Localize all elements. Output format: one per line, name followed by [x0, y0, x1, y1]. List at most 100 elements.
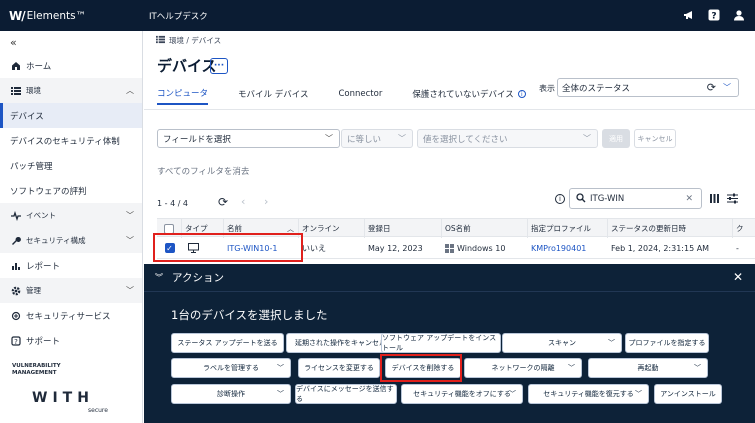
svg-text:?: ?	[711, 11, 716, 21]
change-license-button[interactable]: ライセンスを変更する	[298, 358, 380, 378]
filter-value-placeholder: 値を選択してください	[423, 134, 508, 145]
sidebar-item-label: セキュリティ構成	[26, 236, 86, 245]
sidebar-item-reports[interactable]: レポート	[0, 253, 142, 278]
tab-mobile-devices[interactable]: モバイル デバイス	[238, 87, 308, 105]
select-all-checkbox[interactable]	[164, 223, 174, 234]
button-label: ラベルを管理する	[203, 364, 259, 372]
sidebar-item-label: ホーム	[26, 61, 52, 72]
os-name-text: Windows 10	[457, 243, 506, 253]
sidebar-item-device-security[interactable]: デバイスのセキュリティ体制	[0, 128, 142, 153]
chevron-down-icon: ﹀	[509, 390, 516, 398]
uninstall-button[interactable]: アンインストール	[654, 384, 722, 404]
highlight-selected-row	[153, 233, 303, 262]
sidebar-item-security-services[interactable]: セキュリティサービス	[0, 303, 142, 328]
chevron-down-icon: ﹀	[325, 134, 333, 143]
clear-all-filters-link[interactable]: すべてのフィルタを消去	[157, 165, 249, 177]
view-select[interactable]: 全体のステータス ⟳ ﹀	[557, 78, 739, 97]
filter-settings-icon[interactable]	[727, 193, 738, 207]
user-icon[interactable]	[732, 8, 745, 21]
breadcrumb-text[interactable]: 環境 / デバイス	[169, 35, 221, 46]
filter-field-select[interactable]: フィールドを選択 ﹀	[157, 129, 340, 148]
filter-operator-select[interactable]: に等しい ﹀	[341, 129, 413, 148]
tab-unprotected-devices[interactable]: 保護されていないデバイス i	[412, 87, 526, 105]
logo-text: Elements™	[26, 9, 87, 22]
services-icon	[10, 311, 21, 321]
vm-line2: MANAGEMENT	[12, 370, 57, 376]
action-panel-header[interactable]: ︾ アクション	[144, 264, 755, 292]
breadcrumb: 環境 / デバイス	[156, 35, 221, 46]
sidebar-item-devices[interactable]: デバイス	[0, 103, 142, 128]
tab-label: Connector	[338, 89, 383, 99]
install-software-updates-button[interactable]: ソフトウェア アップデートをインストール	[381, 333, 501, 353]
column-header-registered[interactable]: 登録日	[365, 219, 442, 238]
button-label: スキャン	[548, 339, 576, 347]
info-icon[interactable]: i	[517, 90, 526, 98]
turn-off-security-features-button[interactable]: セキュリティ機能をオフにする ﹀	[401, 384, 523, 404]
filter-value-select[interactable]: 値を選択してください ﹀	[417, 129, 598, 148]
cancel-filter-button[interactable]: キャンセル	[634, 129, 676, 148]
support-icon: ?	[10, 335, 21, 346]
help-icon[interactable]: ?	[707, 8, 720, 21]
diagnostics-button[interactable]: 診断操作 ﹀	[171, 384, 291, 404]
collapse-sidebar-button[interactable]: «	[0, 31, 142, 53]
chevron-down-icon: ﹀	[277, 390, 284, 398]
sidebar-item-security-config[interactable]: セキュリティ構成 ﹀	[0, 228, 142, 253]
column-header-os[interactable]: OS名前	[442, 219, 528, 238]
online-status: いいえ	[302, 243, 326, 253]
columns-icon[interactable]	[709, 193, 720, 207]
double-chevron-icon[interactable]: ︾	[155, 272, 163, 283]
more-options-button[interactable]: ···	[210, 58, 228, 74]
chevron-down-icon: ﹀	[126, 236, 134, 245]
sidebar-item-management[interactable]: 管理 ﹀	[0, 278, 142, 303]
send-status-update-button[interactable]: ステータス アップデートを送る	[171, 333, 284, 353]
megaphone-icon[interactable]	[682, 8, 695, 21]
tab-connector[interactable]: Connector	[338, 87, 382, 105]
sidebar-item-label: デバイス	[10, 111, 44, 122]
action-panel-title: アクション	[172, 272, 224, 284]
button-label: 診断操作	[217, 390, 245, 398]
sidebar-item-events[interactable]: イベント ﹀	[0, 203, 142, 228]
apply-filter-button[interactable]: 適用	[602, 129, 630, 148]
withsecure-secure: secure	[88, 407, 108, 414]
table-search-input[interactable]: ITG-WIN ✕	[569, 188, 702, 209]
sidebar-item-label: イベント	[26, 211, 56, 220]
os-name: Windows 10	[442, 237, 528, 259]
sidebar-item-environment[interactable]: 環境 ︿	[0, 78, 142, 103]
logo-mark: W/	[9, 8, 26, 23]
view-select-value: 全体のステータス	[562, 83, 631, 94]
column-header-online[interactable]: オンライン	[299, 219, 365, 238]
column-header-extra[interactable]: ク	[733, 219, 755, 238]
column-header-status-updated[interactable]: ステータスの更新日時	[608, 219, 733, 238]
profile-link[interactable]: KMPro190401	[528, 237, 608, 259]
assign-profile-button[interactable]: プロファイルを指定する	[625, 333, 709, 353]
chevron-down-icon: ﹀	[635, 390, 642, 398]
chevron-right-icon[interactable]: ›	[264, 195, 268, 208]
chevron-up-icon: ︿	[126, 86, 134, 95]
chevron-left-icon[interactable]: ‹	[241, 195, 245, 208]
manage-labels-button[interactable]: ラベルを管理する ﹀	[171, 358, 291, 378]
sidebar-item-support[interactable]: ? サポート	[0, 328, 142, 353]
sidebar-item-label: レポート	[26, 261, 61, 272]
device-tabs: コンピュータ モバイル デバイス Connector 保護されていないデバイス i	[157, 87, 556, 105]
refresh-icon[interactable]: ⟳	[218, 195, 228, 209]
home-icon	[10, 61, 21, 71]
product-brand: VULNERABILITY MANAGEMENT WITH secure	[0, 363, 143, 423]
tab-computers[interactable]: コンピュータ	[157, 87, 209, 105]
info-icon[interactable]: i	[555, 194, 565, 204]
restore-security-features-button[interactable]: セキュリティ機能を復元する ﹀	[528, 384, 649, 404]
restart-button[interactable]: 再起動 ﹀	[588, 358, 708, 378]
sidebar-item-home[interactable]: ホーム	[0, 53, 142, 78]
send-message-button[interactable]: デバイスにメッセージを送信する	[295, 384, 397, 404]
column-header-profile[interactable]: 指定プロファイル	[528, 219, 608, 238]
sidebar-item-patch-management[interactable]: パッチ管理	[0, 153, 142, 178]
sidebar-item-software-reputation[interactable]: ソフトウェアの評判	[0, 178, 142, 203]
refresh-icon[interactable]: ⟳	[707, 81, 716, 94]
sidebar-item-label: 環境	[26, 86, 41, 95]
scan-button[interactable]: スキャン ﹀	[502, 333, 622, 353]
app-logo[interactable]: W/ Elements™	[0, 9, 143, 23]
windows-icon	[445, 243, 454, 253]
close-icon[interactable]: ✕	[733, 270, 743, 284]
button-label: セキュリティ機能を復元する	[543, 390, 634, 398]
clear-search-icon[interactable]: ✕	[685, 194, 693, 204]
network-isolation-button[interactable]: ネットワークの隔離 ﹀	[464, 358, 582, 378]
